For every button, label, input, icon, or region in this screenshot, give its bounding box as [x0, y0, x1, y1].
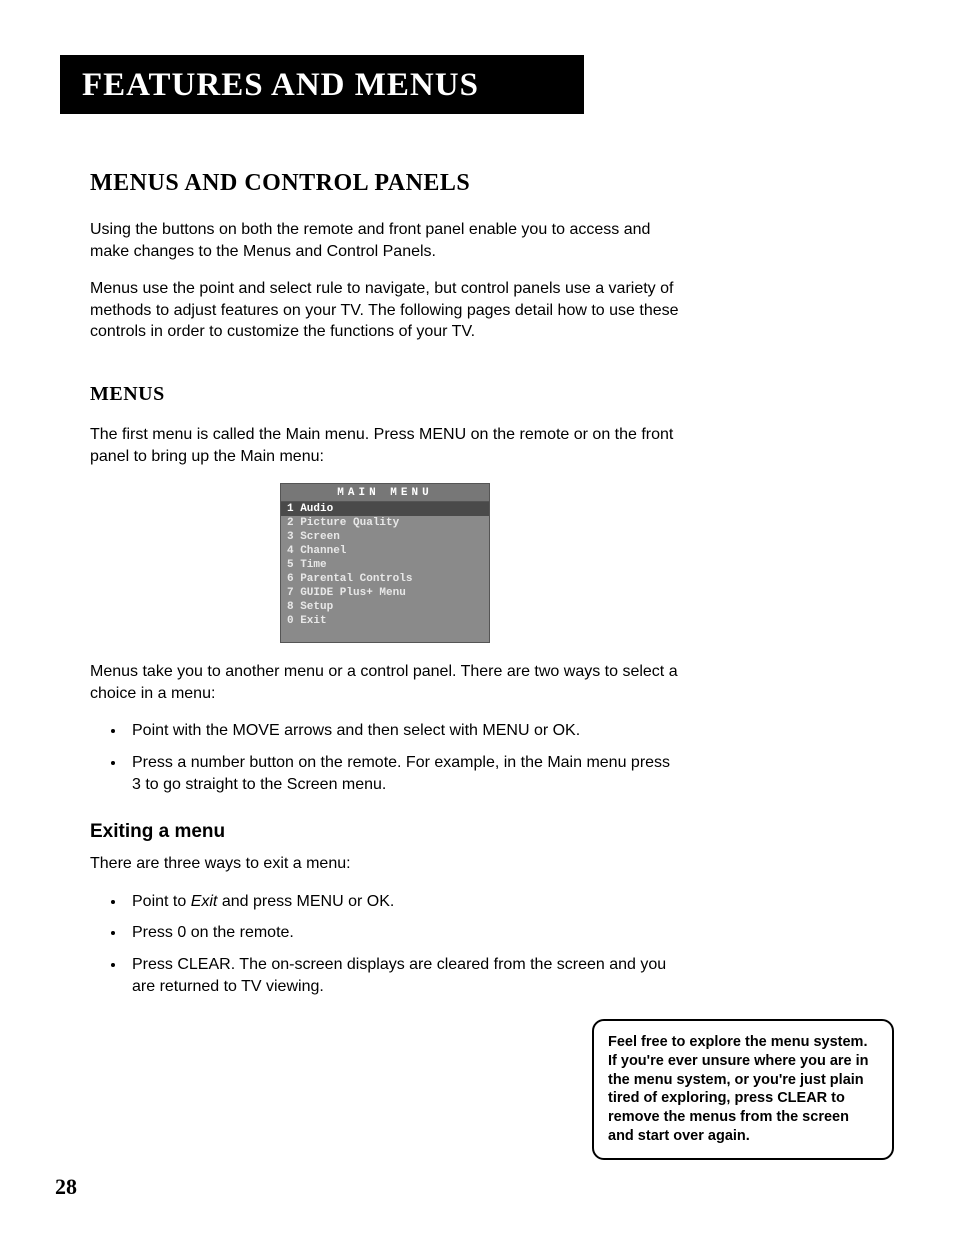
list-item: Press CLEAR. The on-screen displays are …	[126, 954, 680, 997]
tip-text: Feel free to explore the menu system. If…	[608, 1034, 869, 1144]
body-text: The first menu is called the Main menu. …	[90, 424, 680, 467]
list-item: Press a number button on the remote. For…	[126, 752, 680, 795]
main-content: Menus and Control Panels Using the butto…	[90, 170, 680, 997]
list-item: Point to Exit and press MENU or OK.	[126, 891, 680, 913]
tv-menu-item: 8 Setup	[281, 600, 489, 614]
tv-menu-item: 5 Time	[281, 558, 489, 572]
section-heading-menus-control-panels: Menus and Control Panels	[90, 170, 680, 197]
tv-menu-figure: MAIN MENU 1 Audio2 Picture Quality3 Scre…	[90, 483, 680, 643]
section-heading-menus: Menus	[90, 383, 680, 406]
list-item: Press 0 on the remote.	[126, 922, 680, 944]
tip-callout-box: Feel free to explore the menu system. If…	[592, 1019, 894, 1160]
page-number: 28	[55, 1174, 77, 1200]
tv-menu-item: 2 Picture Quality	[281, 516, 489, 530]
chapter-title-bar: Features and Menus	[60, 55, 584, 114]
body-text: Using the buttons on both the remote and…	[90, 219, 680, 262]
chapter-title: Features and Menus	[82, 67, 479, 103]
bullet-list: Point to Exit and press MENU or OK. Press…	[90, 891, 680, 997]
list-item: Point with the MOVE arrows and then sele…	[126, 720, 680, 742]
tv-menu-title: MAIN MENU	[281, 484, 489, 502]
body-text: There are three ways to exit a menu:	[90, 853, 680, 875]
bullet-list: Point with the MOVE arrows and then sele…	[90, 720, 680, 795]
tv-menu-item: 0 Exit	[281, 614, 489, 628]
tv-menu-item: 3 Screen	[281, 530, 489, 544]
tv-menu-item: 4 Channel	[281, 544, 489, 558]
tv-main-menu: MAIN MENU 1 Audio2 Picture Quality3 Scre…	[280, 483, 490, 643]
subheading-exiting: Exiting a menu	[90, 821, 680, 843]
body-text: Menus use the point and select rule to n…	[90, 278, 680, 343]
tv-menu-item: 6 Parental Controls	[281, 572, 489, 586]
tv-menu-item: 7 GUIDE Plus+ Menu	[281, 586, 489, 600]
tv-menu-item: 1 Audio	[281, 502, 489, 516]
body-text: Menus take you to another menu or a cont…	[90, 661, 680, 704]
